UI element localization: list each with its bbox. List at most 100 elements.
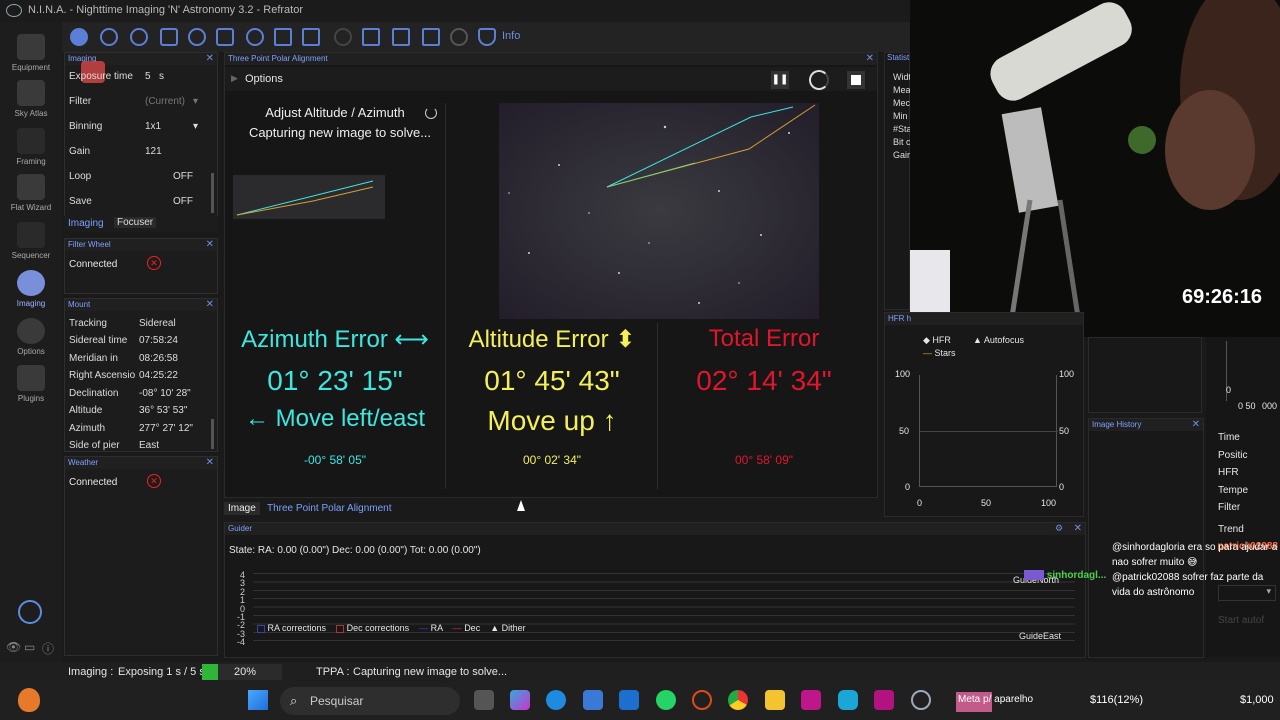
shield-icon[interactable] bbox=[478, 28, 496, 46]
filter-row: Filter (Current) ▾ bbox=[69, 96, 198, 114]
dome-icon[interactable] bbox=[334, 28, 352, 46]
copilot-icon[interactable] bbox=[510, 690, 530, 710]
close-icon[interactable]: ✕ bbox=[206, 457, 214, 468]
opera-icon[interactable] bbox=[692, 690, 712, 710]
main-tabs: Image Three Point Polar Alignment bbox=[224, 500, 878, 518]
scrollbar[interactable] bbox=[211, 173, 214, 213]
book-icon[interactable]: ▭ bbox=[24, 640, 35, 654]
scrollbar[interactable] bbox=[211, 419, 214, 449]
nina-icon[interactable] bbox=[911, 690, 931, 710]
settings-icon[interactable]: ⚙ bbox=[1055, 523, 1063, 534]
observatory-icon[interactable] bbox=[362, 28, 380, 46]
image-history-panel: Image History ✕ bbox=[1088, 418, 1204, 658]
disconnect-icon[interactable]: ✕ bbox=[147, 474, 161, 488]
crosshair-icon[interactable] bbox=[160, 28, 178, 46]
nav-label: Equipment bbox=[11, 63, 51, 72]
pause-button[interactable]: ❚❚ bbox=[771, 71, 789, 89]
legend-label: Dither bbox=[501, 623, 526, 633]
start-autofocus-button[interactable]: Start autof bbox=[1218, 615, 1264, 626]
focuser-icon[interactable] bbox=[130, 28, 148, 46]
nav-flat-wizard[interactable]: Flat Wizard bbox=[0, 174, 62, 212]
visibility-icon[interactable]: 👁 bbox=[6, 640, 21, 654]
info-button[interactable]: Info bbox=[502, 30, 520, 42]
af-label: Trend bbox=[1218, 524, 1244, 535]
nav-plugins[interactable]: Plugins bbox=[0, 365, 62, 403]
gridline bbox=[920, 431, 1058, 432]
whatsapp-icon[interactable] bbox=[656, 690, 676, 710]
power-icon[interactable] bbox=[18, 600, 42, 624]
tab-focuser[interactable]: Focuser bbox=[114, 217, 157, 228]
telescope-icon bbox=[17, 34, 45, 60]
bar-chart-icon[interactable] bbox=[392, 28, 410, 46]
sliders-icon[interactable] bbox=[302, 28, 320, 46]
row-label: Altitude bbox=[69, 405, 103, 416]
mount-row: Altitude 36° 53' 53" bbox=[69, 405, 187, 423]
plate-solve-image bbox=[499, 103, 819, 319]
close-icon[interactable]: ✕ bbox=[1074, 523, 1082, 534]
window-title: N.I.N.A. - Nighttime Imaging 'N' Astrono… bbox=[28, 4, 304, 16]
rotator-icon[interactable] bbox=[188, 28, 206, 46]
nav-sky-atlas[interactable]: Sky Atlas bbox=[0, 80, 62, 118]
filter-select[interactable]: (Current) bbox=[145, 96, 185, 107]
nav-framing[interactable]: Framing bbox=[0, 128, 62, 166]
windows-start-icon[interactable] bbox=[248, 690, 268, 710]
camera-icon[interactable] bbox=[70, 28, 88, 46]
gain-input[interactable]: 121 bbox=[145, 146, 162, 157]
folder-icon[interactable] bbox=[765, 690, 785, 710]
binning-select[interactable]: 1x1 bbox=[145, 121, 161, 132]
puzzle-icon bbox=[17, 365, 45, 391]
telescope-icon[interactable] bbox=[216, 28, 234, 46]
app-icon[interactable] bbox=[619, 690, 639, 710]
nav-sequencer[interactable]: Sequencer bbox=[0, 222, 62, 260]
bulb-icon[interactable] bbox=[450, 28, 468, 46]
tab-imaging[interactable]: Imaging bbox=[68, 218, 104, 229]
app-icon[interactable] bbox=[801, 690, 821, 710]
save-toggle[interactable]: OFF bbox=[173, 196, 193, 207]
close-icon[interactable]: ✕ bbox=[866, 53, 874, 64]
tab-three-point-polar-alignment[interactable]: Three Point Polar Alignment bbox=[267, 503, 392, 514]
refresh-spinner-icon[interactable] bbox=[809, 70, 829, 90]
chrome-icon[interactable] bbox=[728, 690, 748, 710]
nav-imaging[interactable]: Imaging bbox=[0, 270, 62, 308]
af-label: HFR bbox=[1218, 467, 1239, 478]
task-view-icon[interactable] bbox=[474, 690, 494, 710]
app-icon[interactable] bbox=[874, 690, 894, 710]
legend-swatch bbox=[257, 624, 265, 633]
close-icon[interactable]: ✕ bbox=[206, 53, 214, 64]
store-icon[interactable] bbox=[583, 690, 603, 710]
tab-image[interactable]: Image bbox=[224, 502, 260, 515]
edge-icon[interactable] bbox=[546, 690, 566, 710]
badge-icon bbox=[1024, 570, 1044, 581]
nav-options[interactable]: Options bbox=[0, 318, 62, 356]
exposure-row: Exposure time 5 s bbox=[69, 71, 164, 89]
stop-button[interactable] bbox=[847, 71, 865, 89]
close-icon[interactable]: ✕ bbox=[206, 299, 214, 310]
exposure-input[interactable]: 5 bbox=[145, 71, 151, 82]
windows-taskbar: ⌕ Pesquisar Meta p/ aparelho $116(12%) $… bbox=[0, 682, 1280, 720]
progress-text: 20% bbox=[234, 666, 257, 678]
row-value: 04:25:22 bbox=[139, 370, 178, 381]
hfr-plot-area bbox=[919, 375, 1058, 487]
disconnect-icon[interactable]: ✕ bbox=[147, 256, 161, 270]
weather-panel: Weather ✕ Connected ✕ bbox=[64, 456, 218, 656]
filter-wheel-panel: Filter Wheel ✕ Connected ✕ bbox=[64, 238, 218, 294]
target-icon[interactable] bbox=[246, 28, 264, 46]
mouse-cursor-icon bbox=[517, 500, 525, 511]
app-logo-icon bbox=[6, 4, 22, 17]
weather-widget-icon[interactable] bbox=[18, 688, 40, 712]
filter-wheel-icon[interactable] bbox=[100, 28, 118, 46]
search-placeholder: Pesquisar bbox=[310, 694, 364, 708]
close-icon[interactable]: ✕ bbox=[1192, 419, 1200, 430]
play-icon[interactable]: ▶ bbox=[231, 73, 238, 84]
options-expander[interactable]: Options bbox=[245, 73, 283, 85]
nav-label: Sky Atlas bbox=[14, 109, 48, 118]
panel-title: Weather bbox=[65, 457, 217, 469]
close-icon[interactable]: ✕ bbox=[206, 239, 214, 250]
app-icon[interactable] bbox=[838, 690, 858, 710]
nav-equipment[interactable]: Equipment bbox=[0, 34, 62, 72]
loop-toggle[interactable]: OFF bbox=[173, 171, 193, 182]
info-icon[interactable]: ⓘ bbox=[42, 640, 54, 657]
taskbar-search[interactable]: ⌕ Pesquisar bbox=[280, 687, 460, 715]
list-icon[interactable] bbox=[274, 28, 292, 46]
wave-icon[interactable] bbox=[422, 28, 440, 46]
